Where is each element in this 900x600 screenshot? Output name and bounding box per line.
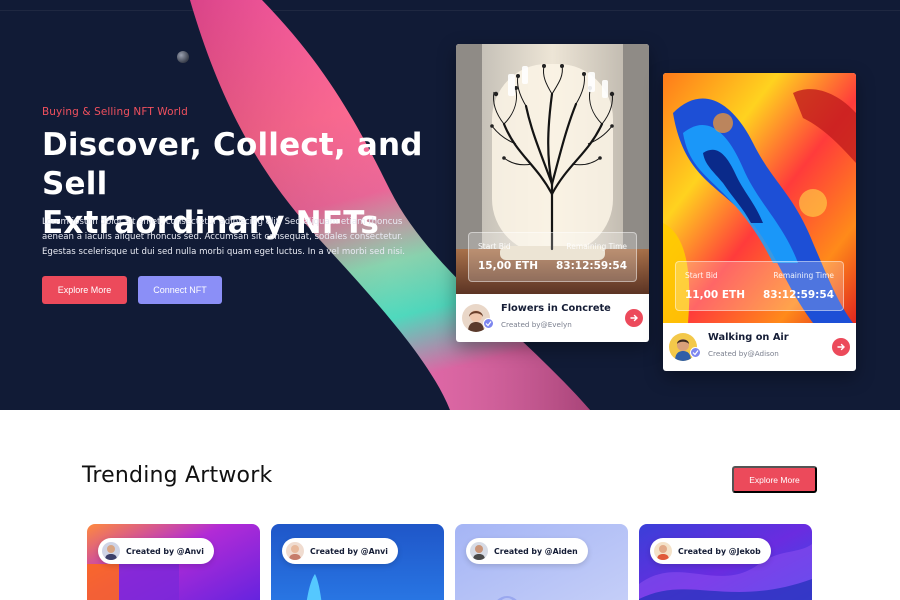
creator-avatar bbox=[286, 542, 304, 560]
creator-label: Created by @Jekob bbox=[678, 546, 761, 556]
hero-eyebrow: Buying & Selling NFT World bbox=[42, 106, 188, 118]
arrow-right-icon bbox=[837, 343, 845, 351]
creator-pill[interactable]: Created by @Jekob bbox=[650, 538, 771, 564]
creator-avatar bbox=[470, 542, 488, 560]
bid-info-panel: Start Bid Remaining Time 11,00 ETH 83:12… bbox=[675, 261, 844, 311]
hero-section: Buying & Selling NFT World Discover, Col… bbox=[0, 0, 900, 410]
verified-badge-icon bbox=[483, 318, 494, 329]
creator-label: Created by @Anvi bbox=[126, 546, 204, 556]
nft-card-walking-on-air[interactable]: Start Bid Remaining Time 11,00 ETH 83:12… bbox=[663, 73, 856, 371]
trending-explore-more-button[interactable]: Explore More bbox=[732, 466, 817, 493]
remaining-time-value: 83:12:59:54 bbox=[555, 260, 627, 272]
hero-description: Lorem ipsum dolor sit amet, consectetur … bbox=[42, 217, 405, 257]
trending-card[interactable]: Created by @Anvi bbox=[271, 524, 444, 600]
creator-avatar bbox=[102, 542, 120, 560]
creator-pill[interactable]: Created by @Anvi bbox=[282, 538, 398, 564]
hero-title-line1: Discover, Collect, and Sell bbox=[42, 127, 423, 202]
creator-pill[interactable]: Created by @Aiden bbox=[466, 538, 588, 564]
explore-more-button[interactable]: Explore More bbox=[42, 276, 127, 304]
view-nft-button[interactable] bbox=[625, 309, 643, 327]
view-nft-button[interactable] bbox=[832, 338, 850, 356]
remaining-time-value: 83:12:59:54 bbox=[762, 289, 834, 301]
connect-nft-button[interactable]: Connect NFT bbox=[138, 276, 222, 304]
nft-creator: Created by@Evelyn bbox=[501, 320, 572, 329]
creator-label: Created by @Aiden bbox=[494, 546, 578, 556]
nft-card-flowers-in-concrete[interactable]: Start Bid Remaining Time 15,00 ETH 83:12… bbox=[456, 44, 649, 342]
remaining-time-label: Remaining Time bbox=[566, 242, 627, 251]
remaining-time-label: Remaining Time bbox=[773, 271, 834, 280]
trending-card[interactable]: Created by @Jekob bbox=[639, 524, 812, 600]
creator-pill[interactable]: Created by @Anvi bbox=[98, 538, 214, 564]
decorative-orb bbox=[177, 51, 189, 63]
start-bid-label: Start Bid bbox=[478, 242, 511, 251]
bid-info-panel: Start Bid Remaining Time 15,00 ETH 83:12… bbox=[468, 232, 637, 282]
creator-avatar bbox=[654, 542, 672, 560]
trending-title: Trending Artwork bbox=[82, 463, 273, 488]
verified-badge-icon bbox=[690, 347, 701, 358]
nft-creator: Created by@Adison bbox=[708, 349, 779, 358]
arrow-right-icon bbox=[630, 314, 638, 322]
creator-label: Created by @Anvi bbox=[310, 546, 388, 556]
nft-title[interactable]: Walking on Air bbox=[708, 332, 789, 343]
nft-title[interactable]: Flowers in Concrete bbox=[501, 303, 611, 314]
trending-card[interactable]: Created by @Anvi bbox=[87, 524, 260, 600]
trending-card[interactable]: Created by @Aiden bbox=[455, 524, 628, 600]
start-bid-value: 15,00 ETH bbox=[478, 260, 538, 272]
start-bid-label: Start Bid bbox=[685, 271, 718, 280]
start-bid-value: 11,00 ETH bbox=[685, 289, 745, 301]
